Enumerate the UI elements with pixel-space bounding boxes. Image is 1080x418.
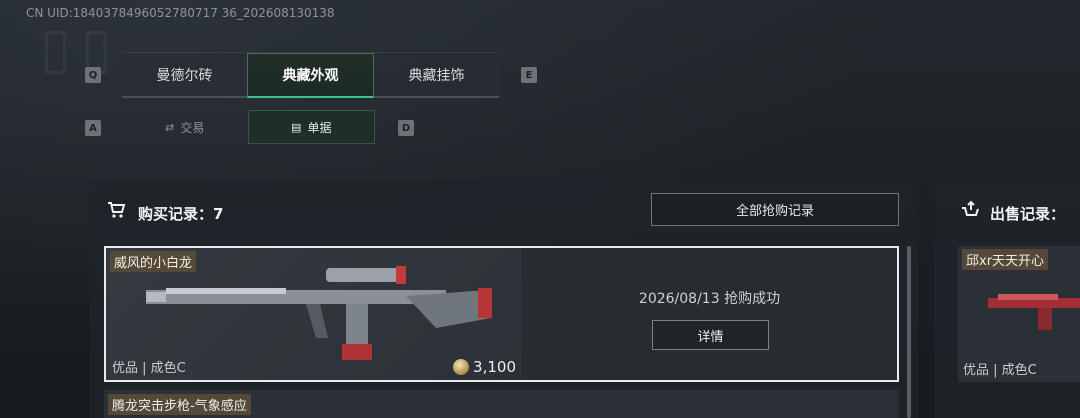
coin-icon <box>453 359 470 375</box>
purchase-records-title: 购买记录：7 <box>138 205 224 223</box>
record-info: 2026/08/13 抢购成功 详情 <box>522 248 897 380</box>
item-name-tag: 威风的小白龙 <box>110 251 197 272</box>
all-purchase-records-button[interactable]: 全部抢购记录 <box>651 193 899 226</box>
sell-icon <box>960 200 980 225</box>
category-tabs: 曼德尔砖 典藏外观 典藏挂饰 <box>122 52 499 98</box>
purchase-record-card[interactable]: 威风的小白龙 优品 | 成色C 3,100 2026/08/13 抢购成功 详情 <box>104 246 899 382</box>
tab-label: 典藏挂饰 <box>408 67 465 84</box>
subtab-trade[interactable]: ⇄ 交易 <box>122 110 248 144</box>
item-quality: 优品 | 成色C <box>112 361 186 376</box>
item-name-tag: 腾龙突击步枪-气象感应 <box>108 394 251 415</box>
cart-icon <box>106 200 126 225</box>
details-button[interactable]: 详情 <box>652 320 769 350</box>
trade-icon: ⇄ <box>165 120 175 134</box>
sub-tabs: ⇄ 交易 ▤ 单据 <box>122 110 375 144</box>
key-hint-e: E <box>521 67 537 83</box>
purchase-status: 2026/08/13 抢购成功 <box>638 291 781 307</box>
subtab-label: 交易 <box>180 120 205 135</box>
item-quality: 优品 | 成色C <box>963 363 1037 378</box>
uid-label: CN UID:1840378496052780717 36_2026081301… <box>26 6 335 20</box>
document-icon: ▤ <box>291 120 302 134</box>
rifle-image <box>988 294 1080 330</box>
background-watermark: ▯▯ <box>40 16 122 81</box>
tab-collection-charms[interactable]: 典藏挂饰 <box>374 53 499 98</box>
key-hint-q: Q <box>85 67 101 83</box>
key-hint-a: A <box>85 120 101 136</box>
price-value: 3,100 <box>473 358 516 376</box>
item-price: 3,100 <box>453 358 516 376</box>
tab-label: 曼德尔砖 <box>156 67 213 84</box>
scrollbar[interactable] <box>907 246 911 418</box>
item-name-tag: 邱xr天天开心 <box>962 249 1049 270</box>
tab-label: 典藏外观 <box>282 68 339 84</box>
purchase-record-card[interactable]: 腾龙突击步枪-气象感应 <box>104 390 899 418</box>
tab-collection-skins[interactable]: 典藏外观 <box>247 53 374 98</box>
sale-record-card[interactable]: 邱xr天天开心 优品 | 成色C <box>958 246 1080 382</box>
tab-mandel-brick[interactable]: 曼德尔砖 <box>122 53 247 98</box>
sale-records-title: 出售记录： <box>990 205 1066 223</box>
key-hint-d: D <box>398 120 414 136</box>
subtab-documents[interactable]: ▤ 单据 <box>247 110 375 144</box>
subtab-label: 单据 <box>307 120 332 135</box>
